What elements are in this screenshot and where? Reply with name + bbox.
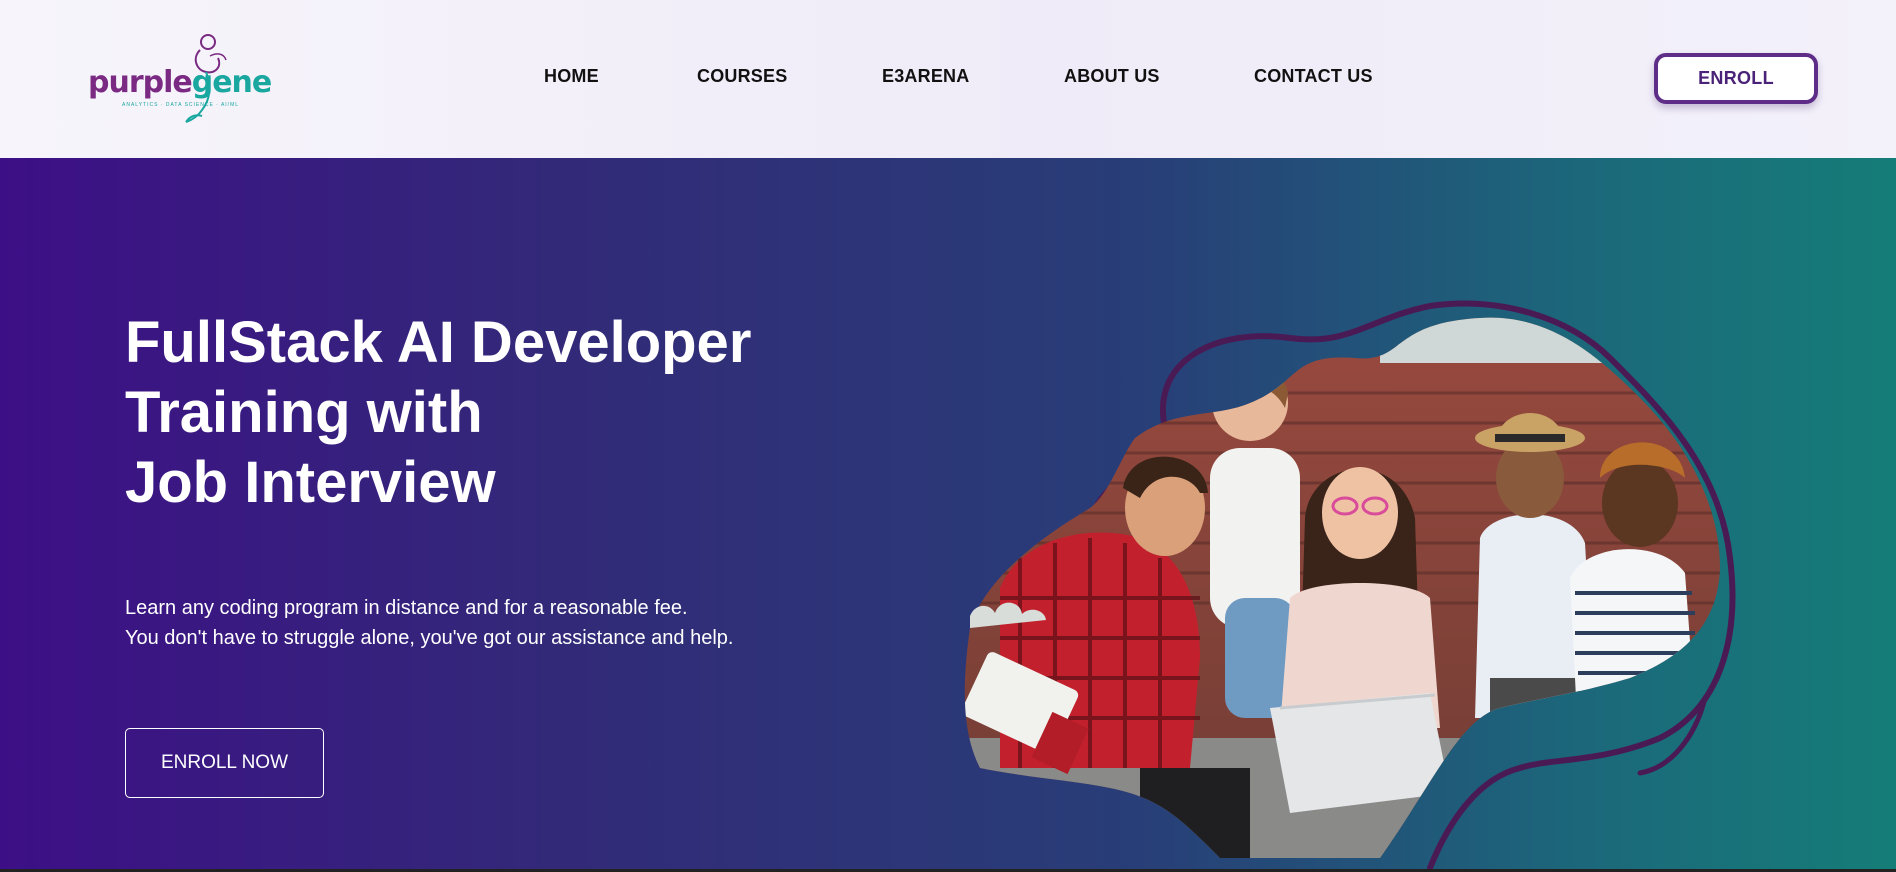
hero-subtitle-line: You don't have to struggle alone, you've… [125, 627, 734, 649]
nav-item-courses[interactable]: COURSES [697, 66, 787, 87]
logo-word-gene: gene [191, 65, 273, 100]
hero-section: FullStack AI Developer Training with Job… [0, 158, 1896, 870]
logo-word-purple: purple [88, 65, 193, 100]
hero-title: FullStack AI Developer Training with Job… [125, 308, 885, 518]
enroll-button[interactable]: ENROLL [1654, 53, 1818, 104]
hero-title-line: FullStack AI Developer [125, 310, 752, 375]
nav-item-home[interactable]: HOME [544, 66, 599, 87]
nav-item-about-us[interactable]: ABOUT US [1064, 66, 1160, 87]
students-with-laptop-photo [964, 300, 1736, 870]
nav-item-contact-us[interactable]: CONTACT US [1254, 66, 1373, 87]
nav-item-e3arena[interactable]: E3ARENA [882, 66, 969, 87]
hero-subtitle-line: Learn any coding program in distance and… [125, 597, 688, 619]
hero-subtitle: Learn any coding program in distance and… [125, 593, 733, 653]
logo-tagline: ANALYTICS · DATA SCIENCE · AI/ML [122, 102, 240, 108]
hero-title-line: Job Interview [125, 450, 496, 515]
brand-logo[interactable]: purplegene ANALYTICS · DATA SCIENCE · AI… [86, 30, 272, 130]
enroll-now-button[interactable]: ENROLL NOW [125, 728, 324, 798]
site-header: purplegene ANALYTICS · DATA SCIENCE · AI… [0, 0, 1896, 158]
hero-title-line: Training with [125, 380, 483, 445]
logo-wordmark: purplegene [88, 65, 273, 100]
